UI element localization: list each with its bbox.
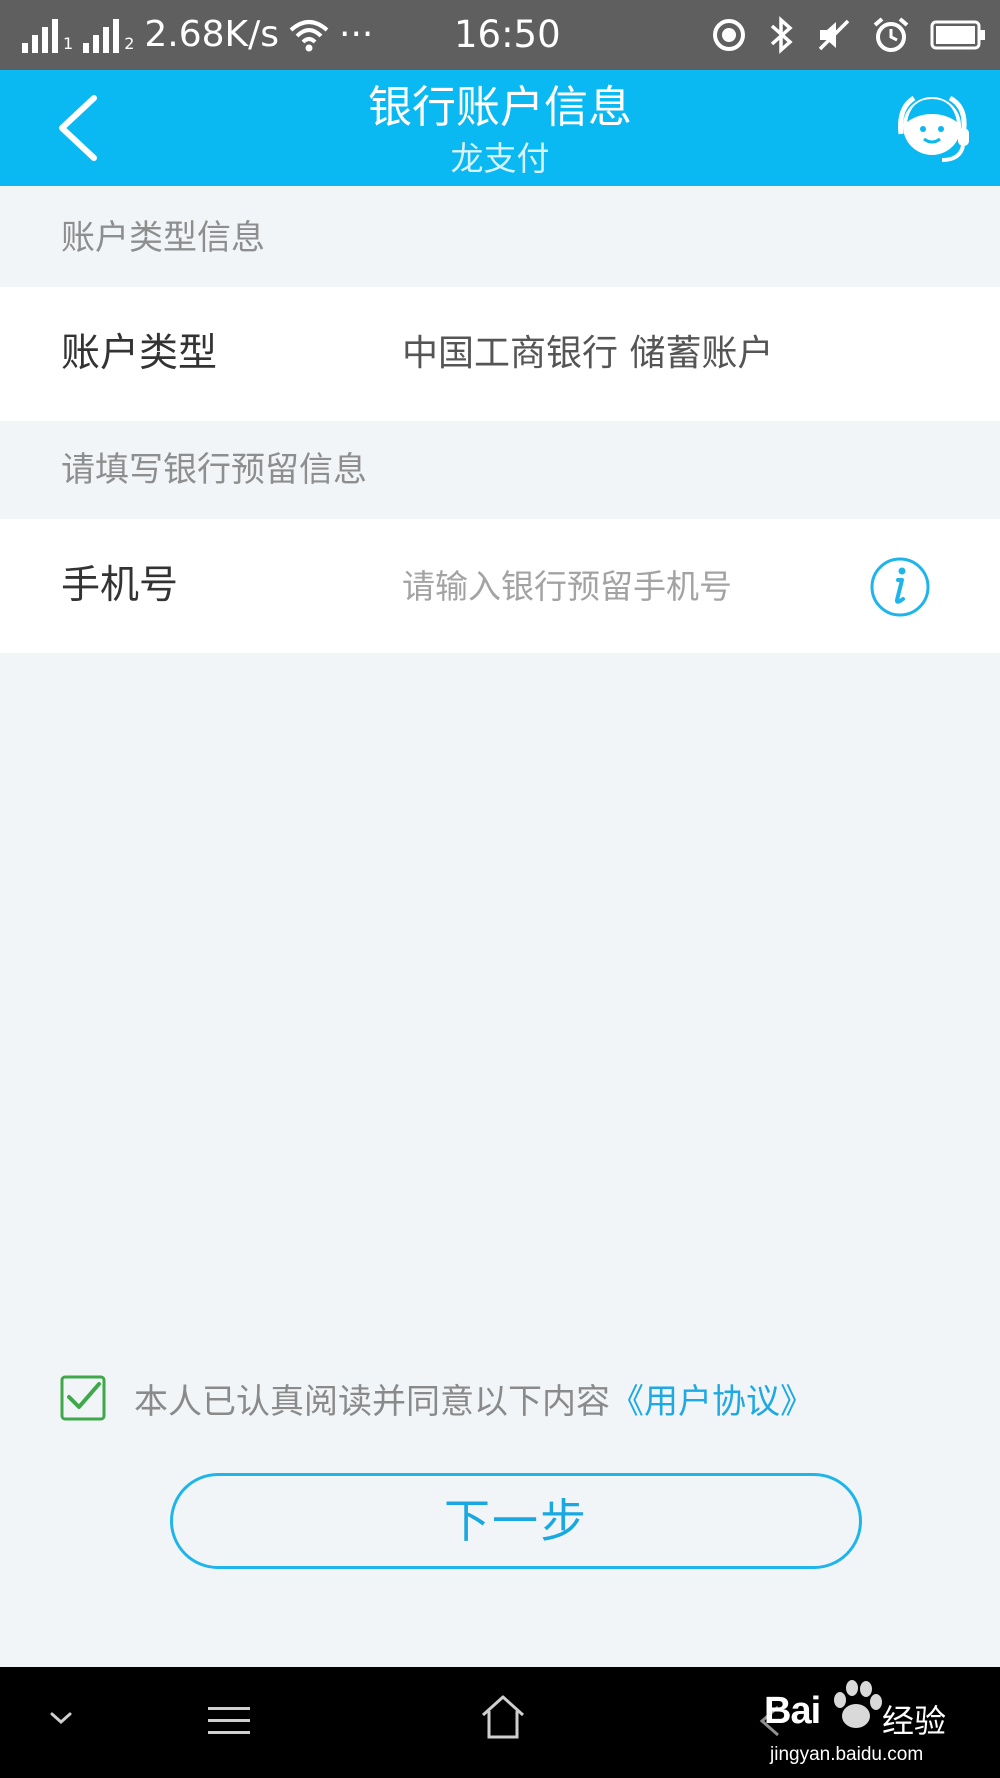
customer-service-icon — [898, 95, 969, 162]
hide-nav-button[interactable] — [48, 1709, 74, 1731]
agreement-text: 本人已认真阅读并同意以下内容 — [134, 1381, 610, 1422]
bluetooth-icon — [770, 16, 793, 54]
sim2-label: 2 — [124, 34, 135, 53]
alarm-icon — [873, 17, 909, 52]
account-type-label: 账户类型 — [61, 331, 218, 376]
wifi-icon — [289, 20, 329, 52]
info-icon — [870, 557, 930, 617]
clock: 16:50 — [454, 13, 561, 56]
status-bar: 1 2 2.68K/s ··· 16:50 — [0, 0, 1000, 70]
page-subtitle: 龙支付 — [450, 139, 550, 178]
agreement-checkbox[interactable] — [60, 1375, 106, 1421]
baidu-jingyan-watermark: Bai 经验 jingyan.baidu.com — [762, 1672, 958, 1772]
account-type-value: 中国工商银行 储蓄账户 — [402, 333, 774, 374]
section-header-account-type: 账户类型信息 — [61, 218, 265, 258]
signal-sim2-icon: 2 — [83, 17, 134, 53]
phone-row: 手机号 — [0, 519, 1000, 653]
phone-input[interactable] — [402, 556, 842, 616]
section-header-reserved-info: 请填写银行预留信息 — [61, 450, 367, 490]
home-icon — [481, 1695, 525, 1739]
next-button[interactable]: 下一步 — [170, 1473, 862, 1569]
phone-label: 手机号 — [61, 563, 179, 608]
network-speed: 2.68K/s — [144, 14, 280, 55]
checkmark-icon — [60, 1375, 106, 1421]
user-agreement-link[interactable]: 《用户协议》 — [610, 1374, 814, 1423]
sim1-label: 1 — [63, 34, 74, 53]
chevron-down-icon — [50, 1712, 72, 1725]
home-button[interactable] — [480, 1693, 526, 1745]
agreement-row: 本人已认真阅读并同意以下内容 《用户协议》 — [60, 1373, 814, 1423]
watermark-brand-suffix: 经验 — [882, 1702, 947, 1740]
menu-icon — [208, 1707, 250, 1734]
watermark-url: jingyan.baidu.com — [770, 1744, 924, 1765]
page-title: 银行账户信息 — [368, 82, 632, 133]
location-icon — [713, 19, 745, 51]
nav-bar: 银行账户信息 龙支付 — [0, 70, 1000, 186]
battery-icon — [930, 20, 985, 50]
menu-button[interactable] — [206, 1703, 252, 1743]
account-type-row: 账户类型 中国工商银行 储蓄账户 — [0, 287, 1000, 421]
status-right — [710, 10, 986, 60]
phone-info-button[interactable] — [869, 556, 931, 618]
paw-logo-icon — [834, 1680, 882, 1728]
watermark-brand: Bai — [764, 1690, 821, 1732]
mute-icon — [818, 19, 850, 51]
status-left: 1 2 2.68K/s ··· — [22, 10, 373, 60]
customer-service-button[interactable] — [896, 90, 974, 166]
more-notifications: ··· — [339, 14, 374, 55]
signal-sim1-icon: 1 — [22, 17, 73, 53]
